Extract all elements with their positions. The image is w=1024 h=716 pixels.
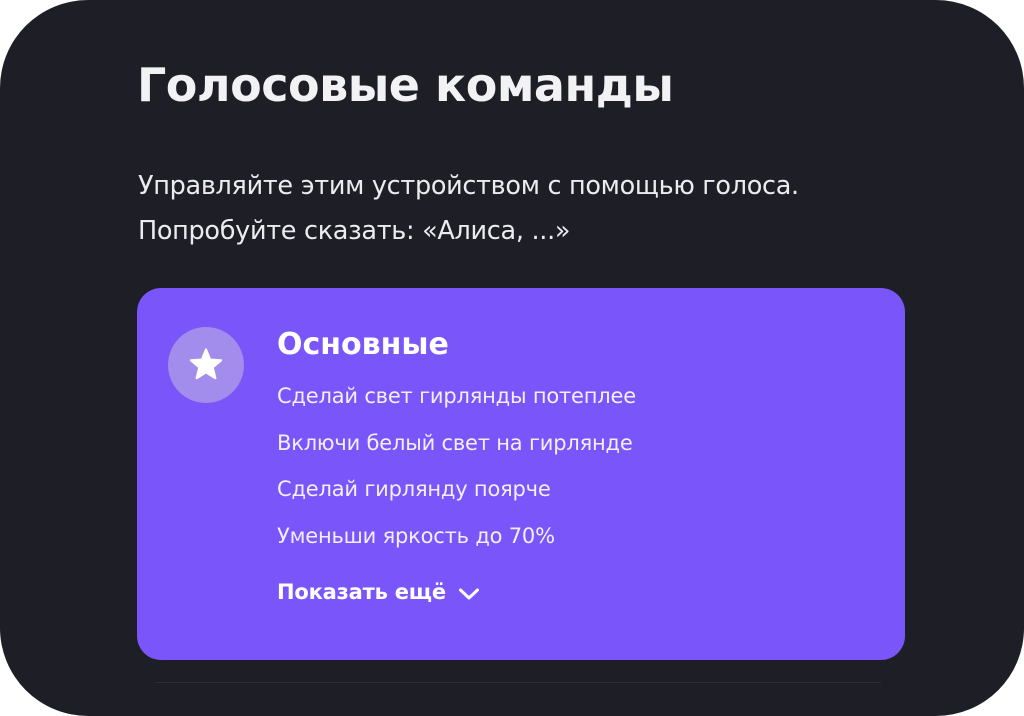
command-item: Сделай свет гирлянды потеплее [277,384,636,408]
description-line: Управляйте этим устройством с помощью го… [138,171,799,201]
divider [155,682,881,683]
chevron-down-icon [458,588,479,599]
show-more-button[interactable]: Показать ещё [277,580,480,604]
description-line: Попробуйте сказать: «Алиса, ...» [138,216,571,246]
show-more-label: Показать ещё [277,580,446,604]
command-item: Сделай гирлянду поярче [277,477,551,501]
command-list: Сделай свет гирлянды потеплее Включи бел… [277,376,636,562]
command-item: Уменьши яркость до 70% [277,523,555,548]
page-description: Управляйте этим устройством с помощью го… [138,164,918,254]
category-icon-badge [168,327,244,403]
command-category-card[interactable]: Основные Сделай свет гирлянды потеплее В… [137,288,905,660]
star-icon [189,348,223,380]
page-title: Голосовые команды [137,58,674,112]
command-item: Включи белый свет на гирлянде [277,430,633,455]
category-title: Основные [277,327,449,362]
voice-commands-screen: Голосовые команды Управляйте этим устрой… [0,0,1024,716]
